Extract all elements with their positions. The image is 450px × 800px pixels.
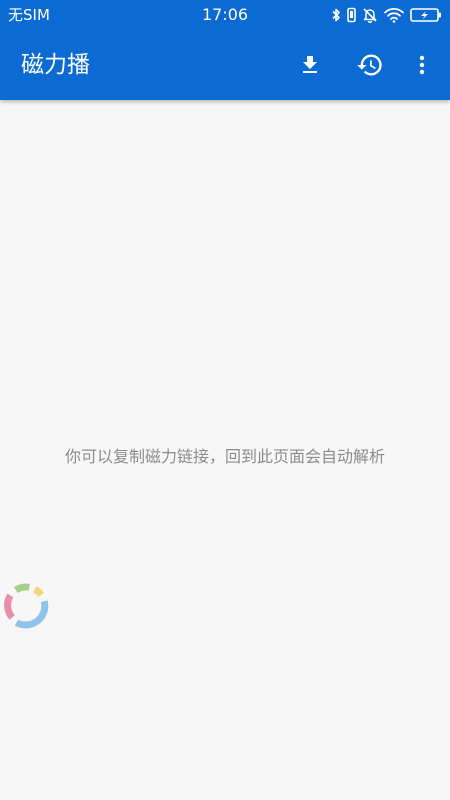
main-content: 你可以复制磁力链接，回到此页面会自动解析	[0, 100, 450, 800]
history-button[interactable]	[354, 49, 386, 81]
bluetooth-icon	[331, 7, 341, 23]
app-bar: 磁力播	[0, 30, 450, 100]
status-bar: 无SIM 17:06	[0, 0, 450, 30]
wifi-icon	[384, 7, 404, 23]
status-icons	[331, 6, 442, 24]
battery-icon	[410, 7, 442, 23]
download-icon	[303, 56, 317, 73]
more-vert-icon	[419, 55, 425, 75]
floating-loading-widget[interactable]	[0, 576, 56, 636]
mute-bell-icon	[362, 7, 378, 23]
history-icon	[357, 54, 382, 76]
vibrate-icon	[347, 7, 356, 23]
screen: 无SIM 17:06 磁力播 你可以复制磁力链接，回到此页面会自动解析	[0, 0, 450, 800]
more-options-button[interactable]	[406, 49, 438, 81]
download-button[interactable]	[294, 49, 326, 81]
app-title: 磁力播	[21, 52, 90, 78]
loading-ring-icon	[4, 583, 49, 629]
magnet-hint-text: 你可以复制磁力链接，回到此页面会自动解析	[64, 447, 385, 466]
